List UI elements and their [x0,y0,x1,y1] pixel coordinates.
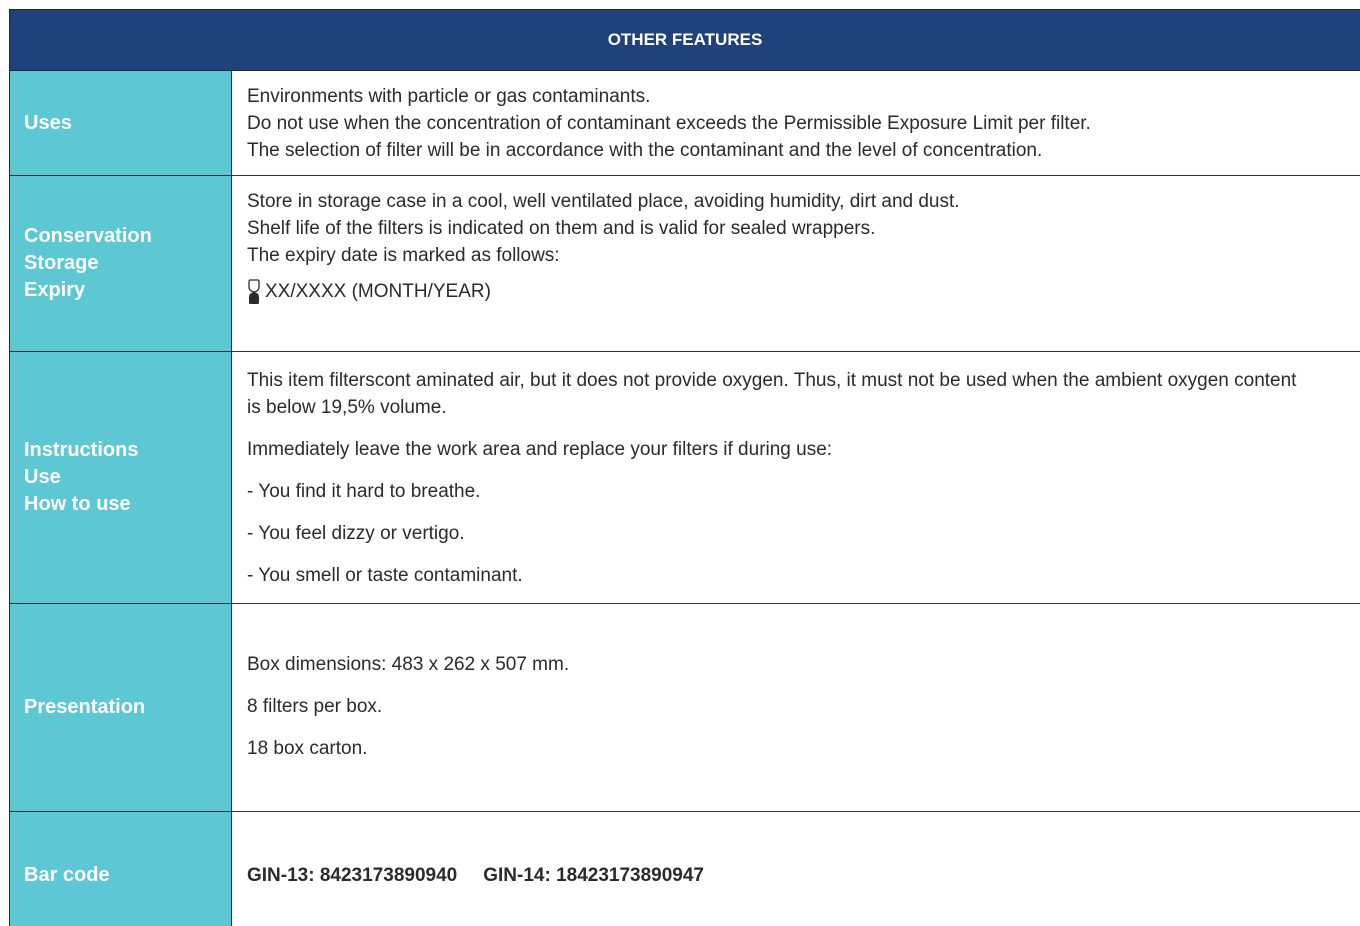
instructions-label-3: How to use [24,493,131,515]
presentation-content: Box dimensions: 483 x 262 x 507 mm. 8 fi… [232,604,1360,811]
conservation-line-3: The expiry date is marked as follows: [247,245,560,266]
conservation-content: Store in storage case in a cool, well ve… [232,176,1360,351]
table-header: OTHER FEATURES [10,9,1360,71]
presentation-label: Presentation [24,696,146,718]
row-instructions: Instructions Use How to use This item fi… [10,352,1360,604]
instructions-line-4: - You feel dizzy or vertigo. [247,522,465,544]
conservation-line-1: Store in storage case in a cool, well ve… [247,191,960,212]
uses-content: Environments with particle or gas contam… [232,71,1360,175]
instructions-content: This item filterscont aminated air, but … [232,352,1360,603]
row-label-presentation: Presentation [10,604,232,811]
features-table: OTHER FEATURES Uses Environments with pa… [9,9,1360,926]
presentation-line-1: Box dimensions: 483 x 262 x 507 mm. [247,654,570,675]
presentation-line-2: 8 filters per box. [247,696,383,717]
barcode-content: GIN-13: 8423173890940 GIN-14: 18423173890… [232,812,1360,926]
instructions-label-1: Instructions [24,439,139,461]
barcode-label: Bar code [24,864,110,886]
presentation-line-3: 18 box carton. [247,738,368,759]
conservation-label-1: Conservation [24,225,152,247]
expiry-line: XX/XXXX (MONTH/YEAR) [247,279,1360,305]
row-presentation: Presentation Box dimensions: 483 x 262 x… [10,604,1360,812]
expiry-format-text: XX/XXXX (MONTH/YEAR) [265,281,491,302]
instructions-line-2: Immediately leave the work area and repl… [247,438,833,460]
row-label-conservation: Conservation Storage Expiry [10,176,232,351]
conservation-line-2: Shelf life of the filters is indicated o… [247,218,876,239]
conservation-label-2: Storage [24,252,99,274]
row-conservation: Conservation Storage Expiry Store in sto… [10,176,1360,352]
uses-line-2: Do not use when the concentration of con… [247,112,1091,134]
gin14-code: GIN-14: 18423173890947 [483,865,705,886]
row-uses: Uses Environments with particle or gas c… [10,71,1360,176]
row-label-uses: Uses [10,71,232,175]
row-label-barcode: Bar code [10,812,232,926]
instructions-line-5: - You smell or taste contaminant. [247,564,523,586]
instructions-line-3: - You find it hard to breathe. [247,480,481,502]
uses-line-3: The selection of filter will be in accor… [247,139,1043,161]
barcode-values: GIN-13: 8423173890940 GIN-14: 18423173890… [247,862,1360,889]
instructions-line-1: This item filterscont aminated air, but … [247,369,1297,418]
table-title: OTHER FEATURES [607,30,763,49]
row-barcode: Bar code GIN-13: 8423173890940 GIN-14: 18… [10,812,1360,926]
uses-line-1: Environments with particle or gas contam… [247,85,651,107]
row-label-instructions: Instructions Use How to use [10,352,232,603]
instructions-label-2: Use [24,466,61,488]
conservation-label-3: Expiry [24,279,86,301]
gin13-code: GIN-13: 8423173890940 [247,865,458,886]
uses-label: Uses [24,111,72,134]
hourglass-icon [248,279,260,304]
